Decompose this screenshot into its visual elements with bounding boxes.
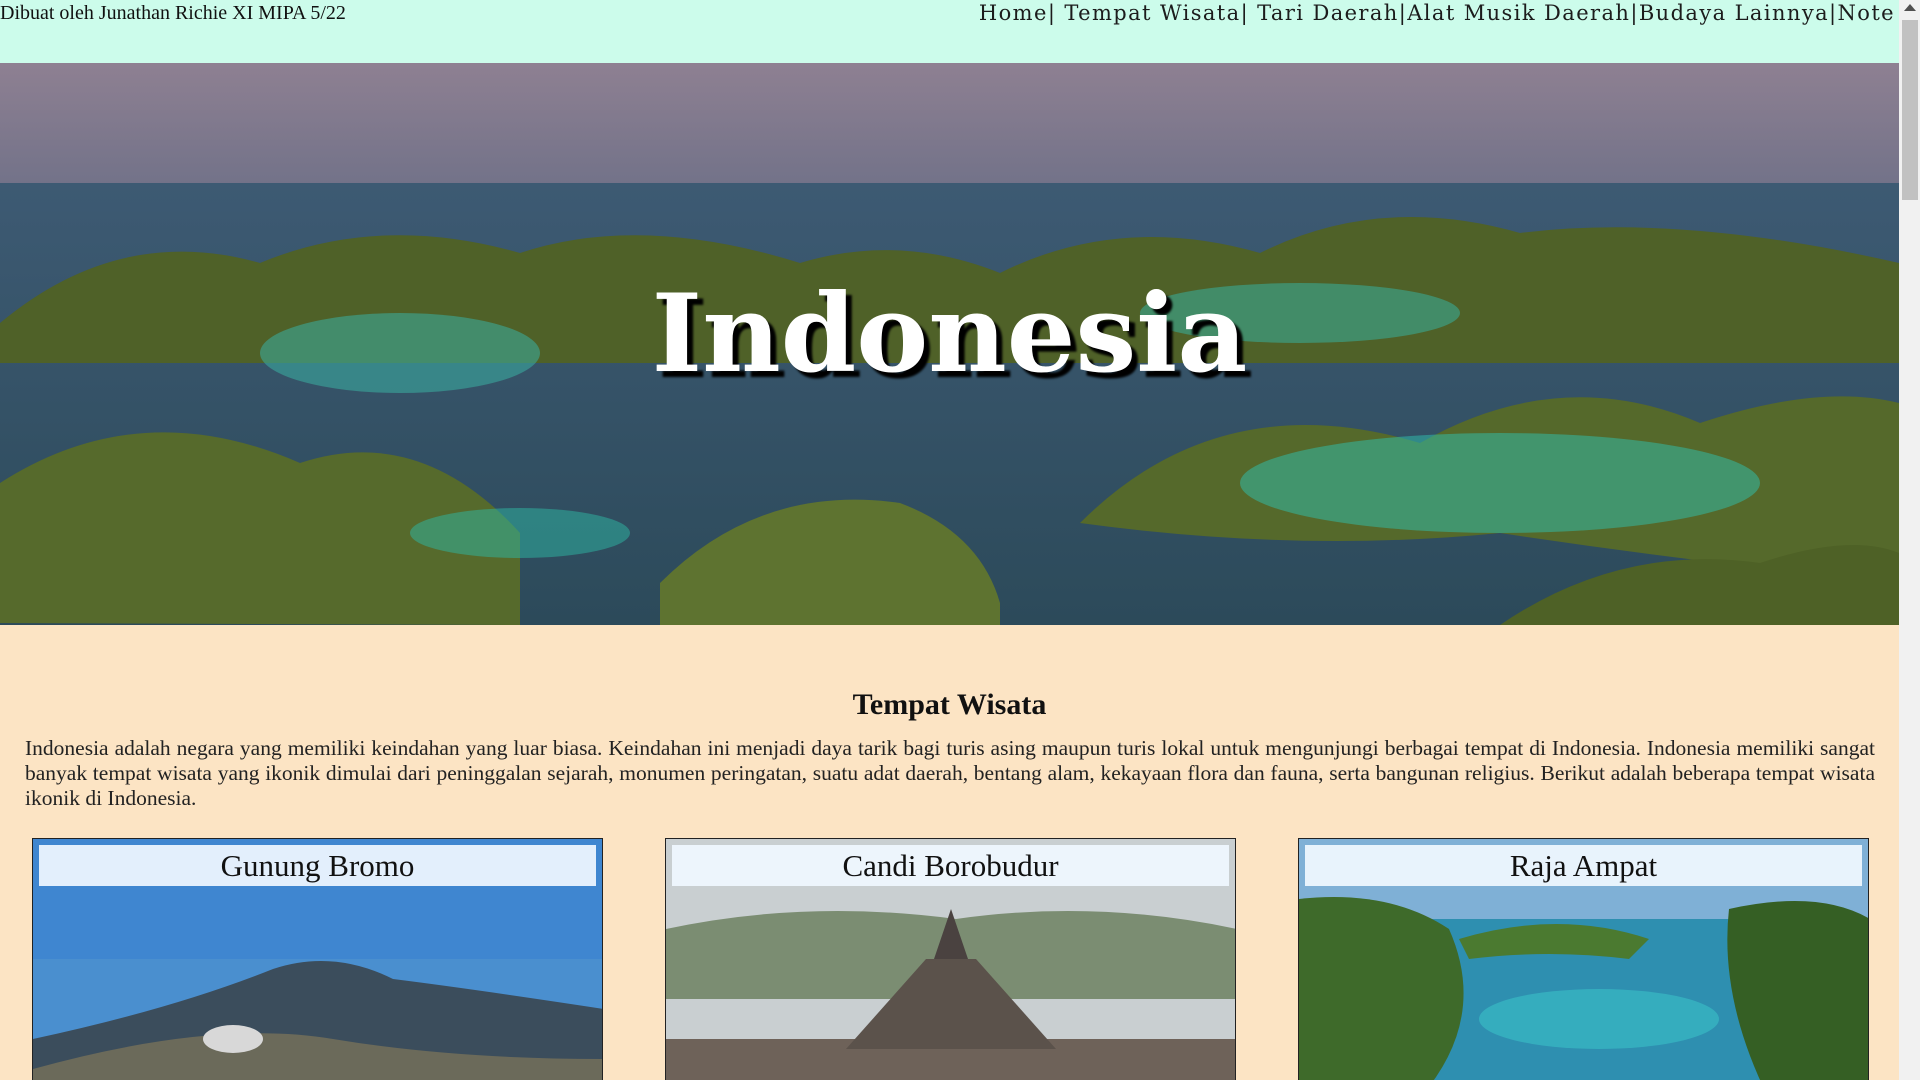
card-candi-borobudur[interactable]: Candi Borobudur [665,838,1236,1080]
hero-banner: Indonesia [0,63,1899,625]
nav-tempat-wisata[interactable]: Tempat Wisata [1064,1,1240,25]
nav-separator: | [1630,1,1639,25]
scroll-up-arrow-icon[interactable] [1904,4,1916,11]
nav-home[interactable]: Home [979,1,1048,25]
section-intro: Indonesia adalah negara yang memiliki ke… [25,736,1875,810]
nav-separator: | [1047,1,1065,25]
section-title: Tempat Wisata [852,688,1047,721]
nav-note[interactable]: Note [1838,1,1896,25]
vertical-scrollbar[interactable] [1899,0,1920,1080]
main-nav: Home| Tempat Wisata| Tari Daerah|Alat Mu… [979,0,1895,27]
card-title: Raja Ampat [1305,845,1862,886]
card-raja-ampat[interactable]: Raja Ampat [1298,838,1869,1080]
nav-separator: | [1829,1,1838,25]
hero-title: Indonesia [651,271,1248,397]
nav-separator: | [1398,1,1408,25]
scrollbar-thumb[interactable] [1902,20,1918,200]
author-credit: Dibuat oleh Junathan Richie XI MIPA 5/22 [0,2,346,24]
card-title: Gunung Bromo [39,845,596,886]
nav-separator: | [1240,1,1258,25]
top-bar: Dibuat oleh Junathan Richie XI MIPA 5/22… [0,0,1899,63]
card-title: Candi Borobudur [672,845,1229,886]
card-gunung-bromo[interactable]: Gunung Bromo [32,838,603,1080]
nav-alat-musik-daerah[interactable]: Alat Musik Daerah [1407,1,1630,25]
nav-tari-daerah[interactable]: Tari Daerah [1257,1,1399,25]
nav-budaya-lainnya[interactable]: Budaya Lainnya [1639,1,1829,25]
